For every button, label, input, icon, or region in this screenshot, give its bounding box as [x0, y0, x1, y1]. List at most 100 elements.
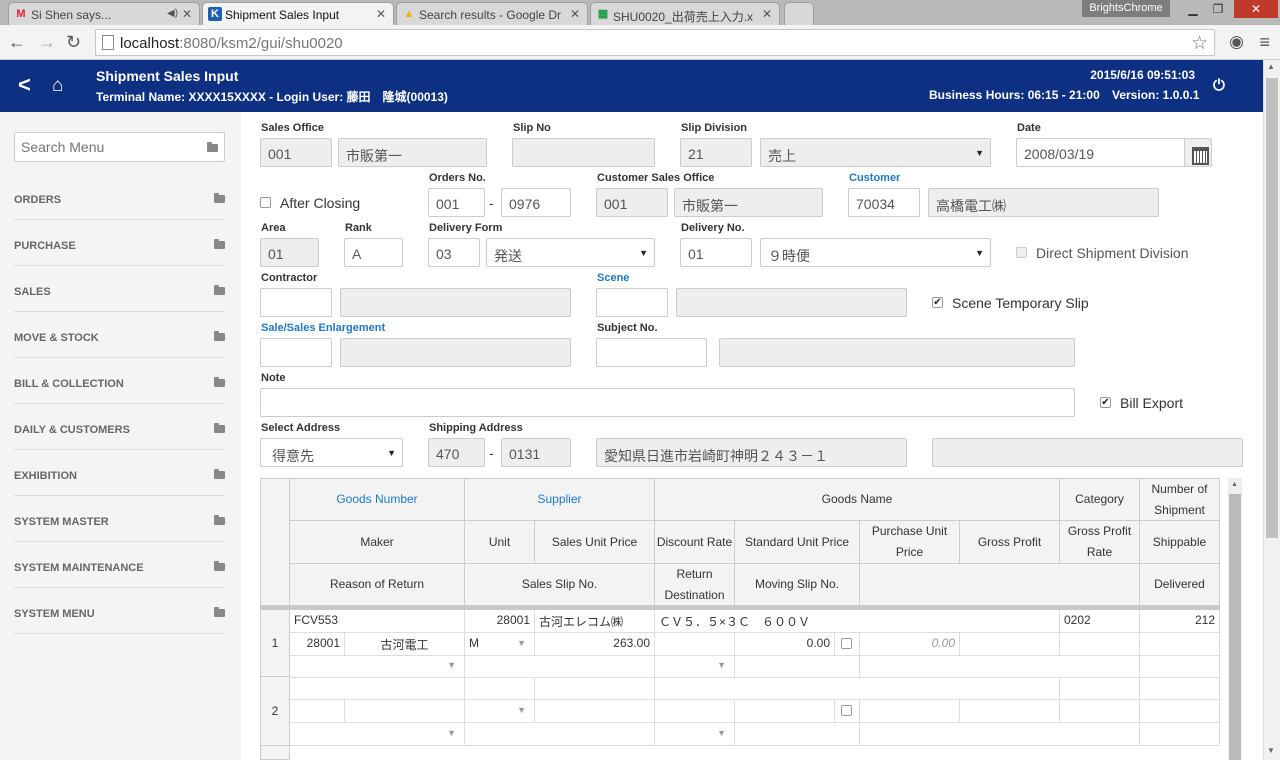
power-icon[interactable]: ⏻ — [1213, 77, 1225, 94]
delivery-form-select[interactable]: 発送 — [486, 238, 655, 267]
header-supplier[interactable]: Supplier — [465, 478, 655, 521]
browser-tab-shipment[interactable]: K Shipment Sales Input ✕ — [202, 2, 394, 25]
delivery-no-select[interactable]: ９時便 — [760, 238, 991, 267]
sales-unit-price-cell[interactable]: 263.00 — [535, 633, 655, 656]
goods-number-cell[interactable] — [290, 677, 465, 700]
scrollbar-thumb[interactable] — [1266, 78, 1278, 538]
sales-unit-price-cell[interactable] — [535, 700, 655, 723]
menu-move-stock[interactable]: MOVE & STOCK — [14, 312, 225, 358]
reload-icon[interactable]: ↻ — [66, 31, 81, 53]
discount-rate-cell[interactable] — [655, 700, 735, 723]
rank-input[interactable]: A — [344, 238, 403, 267]
slip-division-select[interactable]: 売上 — [760, 138, 991, 167]
delivery-no-code[interactable]: 01 — [680, 238, 752, 267]
forward-icon[interactable]: → — [38, 31, 56, 53]
menu-exhibition[interactable]: EXHIBITION — [14, 450, 225, 496]
bookmark-star-icon[interactable]: ☆ — [1191, 32, 1208, 55]
discount-rate-cell[interactable] — [655, 633, 735, 656]
menu-label: ORDERS — [14, 194, 62, 206]
goods-number-cell[interactable]: FCV553 — [290, 610, 465, 633]
profile-name[interactable]: BrightsChrome — [1082, 0, 1170, 17]
standard-price-checkbox[interactable] — [841, 705, 852, 716]
back-icon[interactable]: < — [18, 72, 31, 98]
close-icon[interactable]: ✕ — [570, 7, 580, 21]
unit-select-cell[interactable]: M ▼ — [465, 633, 535, 656]
menu-orders[interactable]: ORDERS — [14, 174, 225, 220]
browser-tab-drive[interactable]: ▲ Search results - Google Dr ✕ — [396, 2, 588, 25]
purchase-unit-price-cell — [860, 700, 960, 723]
drive-icon: ▲ — [403, 8, 415, 20]
standard-price-checkbox[interactable] — [841, 638, 852, 649]
subject-no-input[interactable] — [596, 338, 707, 367]
menu-purchase[interactable]: PURCHASE — [14, 220, 225, 266]
scrollbar-thumb[interactable] — [1229, 494, 1241, 760]
scene-code-input[interactable] — [596, 288, 668, 317]
customer-label[interactable]: Customer — [849, 172, 900, 184]
return-destination-select[interactable]: ▼ — [655, 655, 735, 678]
home-icon[interactable]: ⌂ — [52, 75, 63, 97]
grid-scrollbar[interactable]: ▲ — [1228, 478, 1242, 760]
bill-export-checkbox[interactable]: ✔ — [1100, 397, 1111, 408]
browser-tab-sheets[interactable]: ▦ SHU0020_出荷売上入力.x ✕ — [590, 2, 780, 25]
new-tab-button[interactable] — [784, 2, 814, 25]
supplier-code-cell[interactable] — [465, 677, 535, 700]
delivery-form-code[interactable]: 03 — [428, 238, 480, 267]
page-scrollbar[interactable]: ▲ ▼ — [1263, 60, 1280, 760]
sales-slip-no-cell[interactable] — [465, 723, 655, 746]
window-close-icon[interactable]: ✕ — [1234, 0, 1278, 18]
header-goods-number[interactable]: Goods Number — [290, 478, 465, 521]
menu-system-menu[interactable]: SYSTEM MENU — [14, 588, 225, 634]
folder-icon — [214, 423, 225, 433]
browser-toolbar: ← → ↻ localhost:8080/ksm2/gui/shu0020 ☆ … — [0, 25, 1280, 60]
orders-no-part2[interactable]: 0976 — [501, 188, 571, 217]
sale-enlargement-label[interactable]: Sale/Sales Enlargement — [261, 322, 385, 334]
chrome-menu-icon[interactable]: ≡ — [1259, 32, 1270, 53]
note-input[interactable] — [260, 388, 1075, 417]
maximize-icon[interactable]: ❐ — [1208, 0, 1228, 18]
moving-slip-no-cell[interactable] — [735, 723, 860, 746]
reason-of-return-select[interactable]: ▼ — [290, 723, 465, 746]
moving-slip-no-cell[interactable] — [735, 655, 860, 678]
unit-select-cell[interactable]: ▼ — [465, 700, 535, 723]
menu-sales[interactable]: SALES — [14, 266, 225, 312]
maker-code-cell[interactable] — [290, 700, 345, 723]
close-icon[interactable]: ✕ — [762, 7, 772, 21]
scroll-down-icon[interactable]: ▼ — [1267, 746, 1275, 755]
select-address-select[interactable]: 得意先 — [260, 438, 403, 467]
extension-icon[interactable]: ◉ — [1229, 32, 1244, 52]
reason-of-return-select[interactable]: ▼ — [290, 655, 465, 678]
sales-slip-no-cell[interactable] — [465, 655, 655, 678]
orders-no-part1[interactable]: 001 — [428, 188, 485, 217]
return-destination-select[interactable]: ▼ — [655, 723, 735, 746]
after-closing-checkbox[interactable] — [260, 197, 271, 208]
search-menu-input[interactable] — [15, 133, 195, 161]
scene-label[interactable]: Scene — [597, 272, 629, 284]
scroll-up-icon[interactable]: ▲ — [1231, 481, 1238, 488]
back-icon[interactable]: ← — [8, 31, 26, 53]
date-input[interactable]: 2008/03/19 — [1016, 138, 1185, 167]
address-bar[interactable]: localhost:8080/ksm2/gui/shu0020 ☆ ◉ — [95, 29, 1244, 56]
browser-tab-gmail[interactable]: M Si Shen says... ◀) ✕ — [8, 2, 200, 25]
menu-system-maintenance[interactable]: SYSTEM MAINTENANCE — [14, 542, 225, 588]
direct-shipment-checkbox[interactable] — [1016, 247, 1027, 258]
customer-code-input[interactable]: 70034 — [848, 188, 920, 217]
menu-daily-customers[interactable]: DAILY & CUSTOMERS — [14, 404, 225, 450]
standard-unit-price-cell[interactable] — [735, 700, 835, 723]
standard-unit-price-cell[interactable]: 0.00 — [735, 633, 835, 656]
supplier-code-cell[interactable]: 28001 — [465, 610, 535, 633]
minimize-icon[interactable]: ▁ — [1183, 0, 1203, 18]
shipment-cell[interactable] — [1140, 677, 1220, 700]
menu-bill-collection[interactable]: BILL & COLLECTION — [14, 358, 225, 404]
scene-temporary-slip-checkbox[interactable]: ✔ — [932, 297, 943, 308]
scroll-up-icon[interactable]: ▲ — [1267, 62, 1275, 71]
contractor-code-input[interactable] — [260, 288, 332, 317]
maker-code-cell[interactable]: 28001 — [290, 633, 345, 656]
sale-enlargement-code-input[interactable] — [260, 338, 332, 367]
shipment-cell[interactable]: 212 — [1140, 610, 1220, 633]
close-icon[interactable]: ✕ — [376, 7, 386, 21]
customer-sales-office-label: Customer Sales Office — [597, 172, 715, 184]
menu-system-master[interactable]: SYSTEM MASTER — [14, 496, 225, 542]
calendar-icon[interactable] — [1184, 138, 1212, 167]
folder-icon[interactable] — [207, 142, 218, 152]
close-icon[interactable]: ✕ — [182, 7, 192, 21]
